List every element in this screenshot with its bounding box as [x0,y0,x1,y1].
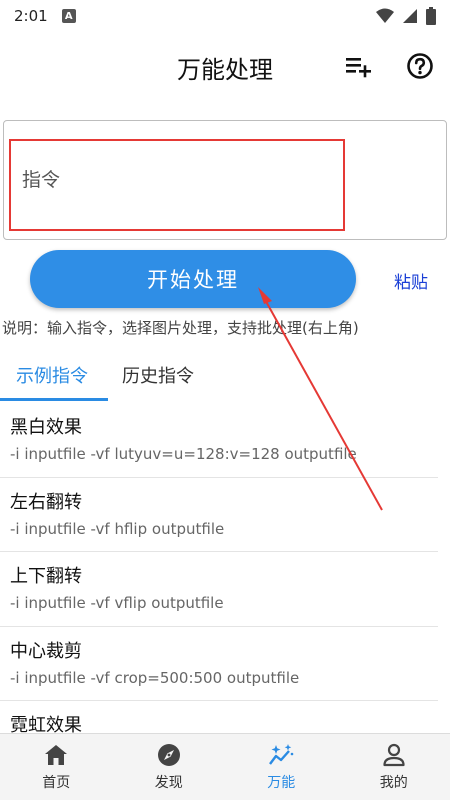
example-list: 黑白效果 -i inputfile -vf lutyuv=u=128:v=128… [0,403,450,733]
paste-button[interactable]: 粘贴 [394,268,428,293]
app-header: 万能处理 [0,40,450,92]
signal-icon [403,9,417,23]
nav-label: 发现 [154,775,183,791]
list-item[interactable]: 黑白效果 -i inputfile -vf lutyuv=u=128:v=128… [0,403,438,478]
nav-universal[interactable]: 万能 [225,734,338,800]
item-command: -i inputfile -vf crop=500:500 outputfile [10,668,300,687]
tab-bar: 示例指令 历史指令 [0,352,450,402]
status-icons [376,7,436,25]
help-circle-icon [407,53,433,79]
sparkle-chart-icon [268,742,294,768]
item-title: 左右翻转 [10,491,82,513]
home-icon [43,742,69,768]
list-item[interactable]: 中心裁剪 -i inputfile -vf crop=500:500 outpu… [0,627,438,701]
playlist-add-icon [346,58,371,78]
list-item[interactable]: 霓虹效果 [0,701,438,733]
status-bar: 2:01 A [0,0,450,32]
bottom-nav: 首页 发现 万能 我的 [0,733,450,800]
item-title: 黑白效果 [10,417,82,438]
compass-icon [156,742,182,768]
item-command: -i inputfile -vf lutyuv=u=128:v=128 outp… [10,445,357,463]
batch-add-button[interactable] [343,50,375,82]
status-time: 2:01 [14,7,48,25]
description-text: 说明：输入指令，选择图片处理，支持批处理(右上角) [2,319,359,337]
battery-icon [426,7,436,25]
tab-history[interactable]: 历史指令 [122,362,194,388]
start-processing-button[interactable]: 开始处理 [30,250,356,308]
list-item[interactable]: 左右翻转 -i inputfile -vf hflip outputfile [0,478,438,552]
tab-indicator [0,398,108,401]
nav-label: 首页 [42,775,71,791]
nav-discover[interactable]: 发现 [113,734,226,800]
person-icon [381,742,407,768]
item-title: 上下翻转 [10,566,82,587]
item-command: -i inputfile -vf hflip outputfile [10,519,225,538]
item-title: 中心裁剪 [10,640,82,662]
nav-me[interactable]: 我的 [338,734,450,800]
wifi-icon [376,8,394,23]
help-button[interactable] [404,50,436,82]
nav-home[interactable]: 首页 [0,734,113,800]
notification-a-icon: A [61,9,76,23]
command-input[interactable] [22,162,322,198]
nav-label: 我的 [379,775,408,791]
page-title: 万能处理 [177,56,273,84]
nav-label: 万能 [267,775,296,791]
list-item[interactable]: 上下翻转 -i inputfile -vf vflip outputfile [0,552,438,627]
item-command: -i inputfile -vf vflip outputfile [10,594,224,612]
item-title: 霓虹效果 [10,715,82,733]
tab-examples[interactable]: 示例指令 [16,362,88,388]
